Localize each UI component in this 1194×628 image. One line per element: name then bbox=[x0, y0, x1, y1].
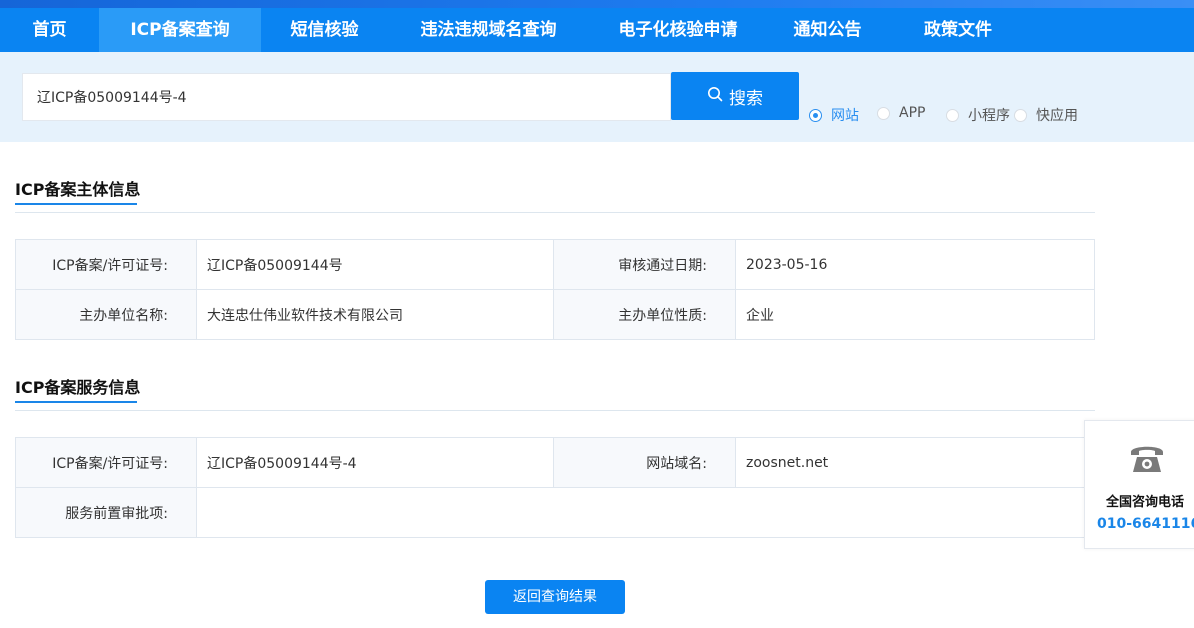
field-value: 辽ICP备05009144号-4 bbox=[196, 437, 554, 488]
field-value: 2023-05-16 bbox=[735, 239, 1095, 290]
radio-dot bbox=[946, 108, 959, 122]
service-info-table: ICP备案/许可证号: 辽ICP备05009144号-4 网站域名: zoosn… bbox=[15, 437, 1095, 538]
radio-type-mini-program[interactable]: 小程序 bbox=[946, 105, 1010, 125]
search-band: 搜索 网站 APP 小程序 快应用 bbox=[0, 52, 1194, 142]
subject-info-table: ICP备案/许可证号: 辽ICP备05009144号 审核通过日期: 2023-… bbox=[15, 239, 1095, 340]
field-label: 审核通过日期: bbox=[553, 239, 736, 290]
table-row: ICP备案/许可证号: 辽ICP备05009144号 审核通过日期: 2023-… bbox=[15, 239, 1095, 290]
nav-item-e-verify-apply[interactable]: 电子化核验申请 bbox=[589, 8, 767, 52]
hotline-number: 010-66411166 bbox=[1097, 516, 1194, 532]
nav-item-illegal-domain-query[interactable]: 违法违规域名查询 bbox=[388, 8, 589, 52]
radio-label: 快应用 bbox=[1036, 108, 1078, 124]
hotline-label: 全国咨询电话 bbox=[1106, 495, 1185, 510]
radio-label: APP bbox=[899, 105, 926, 121]
nav-item-home[interactable]: 首页 bbox=[0, 8, 99, 52]
table-row: 服务前置审批项: bbox=[15, 487, 1095, 538]
search-button[interactable]: 搜索 bbox=[671, 72, 799, 120]
section-title-service: ICP备案服务信息 bbox=[15, 378, 141, 397]
main-nav: 首页 ICP备案查询 短信核验 违法违规域名查询 电子化核验申请 通知公告 政策… bbox=[0, 8, 1194, 52]
radio-dot bbox=[809, 108, 822, 122]
nav-item-icp-query[interactable]: ICP备案查询 bbox=[99, 8, 261, 52]
section-title-subject: ICP备案主体信息 bbox=[15, 180, 141, 199]
field-value bbox=[196, 487, 1095, 538]
field-label: ICP备案/许可证号: bbox=[15, 239, 197, 290]
field-value: 大连忠仕伟业软件技术有限公司 bbox=[196, 289, 554, 340]
radio-label: 小程序 bbox=[968, 108, 1010, 124]
section-divider bbox=[15, 410, 1095, 411]
top-accent-strip bbox=[0, 0, 1194, 8]
field-label: 服务前置审批项: bbox=[15, 487, 197, 538]
field-label: 网站域名: bbox=[553, 437, 736, 488]
field-label: 主办单位性质: bbox=[553, 289, 736, 340]
radio-type-website[interactable]: 网站 bbox=[809, 105, 859, 125]
search-icon bbox=[707, 86, 723, 107]
field-value: zoosnet.net bbox=[735, 437, 1095, 488]
section-underline bbox=[15, 401, 137, 403]
table-row: ICP备案/许可证号: 辽ICP备05009144号-4 网站域名: zoosn… bbox=[15, 437, 1095, 488]
section-divider bbox=[15, 212, 1095, 213]
field-value: 辽ICP备05009144号 bbox=[196, 239, 554, 290]
radio-type-quick-app[interactable]: 快应用 bbox=[1014, 105, 1078, 125]
field-label: ICP备案/许可证号: bbox=[15, 437, 197, 488]
field-label: 主办单位名称: bbox=[15, 289, 197, 340]
nav-item-notices[interactable]: 通知公告 bbox=[767, 8, 888, 52]
radio-dot bbox=[1014, 108, 1027, 122]
section-underline bbox=[15, 203, 137, 205]
radio-type-app[interactable]: APP bbox=[877, 105, 925, 121]
table-row: 主办单位名称: 大连忠仕伟业软件技术有限公司 主办单位性质: 企业 bbox=[15, 289, 1095, 340]
radio-label: 网站 bbox=[831, 108, 859, 124]
radio-dot bbox=[877, 106, 890, 120]
phone-icon bbox=[1128, 439, 1166, 477]
back-to-results-button[interactable]: 返回查询结果 bbox=[485, 580, 625, 614]
search-button-label: 搜索 bbox=[729, 88, 763, 109]
nav-item-sms-verify[interactable]: 短信核验 bbox=[261, 8, 388, 52]
hotline-widget: 全国咨询电话 010-66411166 bbox=[1084, 420, 1194, 549]
search-input[interactable] bbox=[22, 73, 671, 121]
field-value: 企业 bbox=[735, 289, 1095, 340]
nav-item-policy-docs[interactable]: 政策文件 bbox=[888, 8, 1028, 52]
